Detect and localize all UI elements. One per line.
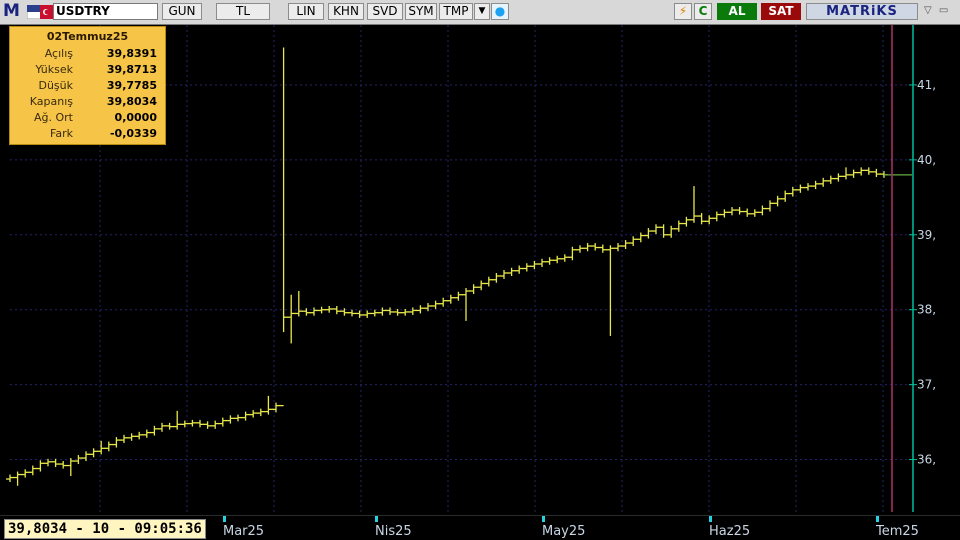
info-value: 39,8713 — [106, 63, 157, 76]
info-label: Fark — [50, 127, 73, 140]
template-dropdown[interactable]: ▼ — [474, 3, 490, 20]
x-axis-marker — [375, 516, 378, 522]
twitter-button[interactable]: ● — [491, 3, 509, 20]
info-label: Ağ. Ort — [34, 111, 73, 124]
x-axis-marker — [542, 516, 545, 522]
y-tick-label: 36, — [917, 453, 936, 467]
restore-icon[interactable]: ▭ — [939, 5, 948, 16]
info-value: 39,8391 — [106, 47, 157, 60]
sell-button[interactable]: SAT — [761, 3, 801, 20]
info-row-close: Kapanış 39,8034 — [10, 95, 165, 111]
info-row-open: Açılış 39,8391 — [10, 47, 165, 63]
info-value: 39,7785 — [106, 79, 157, 92]
linear-scale-button[interactable]: LIN — [288, 3, 324, 20]
x-tick-label: Nis25 — [375, 524, 412, 539]
template-button[interactable]: TMP — [439, 3, 473, 20]
symbol-input[interactable]: USDTRY — [53, 3, 158, 20]
app-logo[interactable]: M — [3, 2, 23, 21]
x-tick-label: Tem25 — [876, 524, 919, 539]
sym-button[interactable]: SYM — [405, 3, 437, 20]
time-axis-bar: 39,8034 - 10 - 09:05:36 Mar25 Nis25 May25 H… — [0, 515, 960, 540]
info-row-change: Fark -0,0339 — [10, 127, 165, 143]
toolbar: M USDTRY GUN TL LIN KHN SVD SYM TMP ▼ ● … — [0, 0, 960, 25]
info-row-wavg: Ağ. Ort 0,0000 — [10, 111, 165, 127]
y-tick-label: 38, — [917, 303, 936, 317]
info-row-low: Düşük 39,7785 — [10, 79, 165, 95]
alert-button[interactable]: ⚡ — [674, 3, 692, 20]
y-tick-label: 39, — [917, 228, 936, 242]
info-label: Düşük — [38, 79, 73, 92]
menu-icon[interactable]: ▽ — [924, 5, 932, 16]
x-tick-label: Haz25 — [709, 524, 751, 539]
ohlc-info-panel: 02Temmuz25 Açılış 39,8391 Yüksek 39,8713… — [9, 26, 166, 145]
lightning-icon: ⚡ — [678, 4, 688, 18]
refresh-button[interactable]: C — [694, 3, 712, 20]
x-tick-label: Mar25 — [223, 524, 265, 539]
info-label: Kapanış — [29, 95, 73, 108]
info-label: Yüksek — [35, 63, 73, 76]
info-row-high: Yüksek 39,8713 — [10, 63, 165, 79]
khn-button[interactable]: KHN — [328, 3, 364, 20]
flag-icon — [27, 5, 53, 19]
window-controls[interactable]: ▽ ▭ — [924, 5, 958, 19]
brand-logo: MATRiKS — [806, 3, 918, 20]
y-tick-label: 37, — [917, 378, 936, 392]
info-value: 39,8034 — [106, 95, 157, 108]
buy-button[interactable]: AL — [717, 3, 757, 20]
currency-button[interactable]: TL — [216, 3, 270, 20]
y-tick-label: 41, — [917, 78, 936, 92]
y-tick-label: 40, — [917, 153, 936, 167]
x-axis-marker — [709, 516, 712, 522]
triangle-down-icon: ▼ — [478, 6, 486, 16]
svd-button[interactable]: SVD — [367, 3, 403, 20]
period-button[interactable]: GUN — [162, 3, 202, 20]
info-label: Açılış — [44, 47, 73, 60]
x-tick-label: May25 — [542, 524, 586, 539]
x-axis-marker — [223, 516, 226, 522]
info-date: 02Temmuz25 — [46, 30, 129, 43]
info-value: 0,0000 — [114, 111, 157, 124]
x-axis-marker — [876, 516, 879, 522]
status-readout: 39,8034 - 10 - 09:05:36 — [4, 519, 206, 539]
bird-icon: ● — [494, 4, 506, 18]
info-value: -0,0339 — [109, 127, 157, 140]
